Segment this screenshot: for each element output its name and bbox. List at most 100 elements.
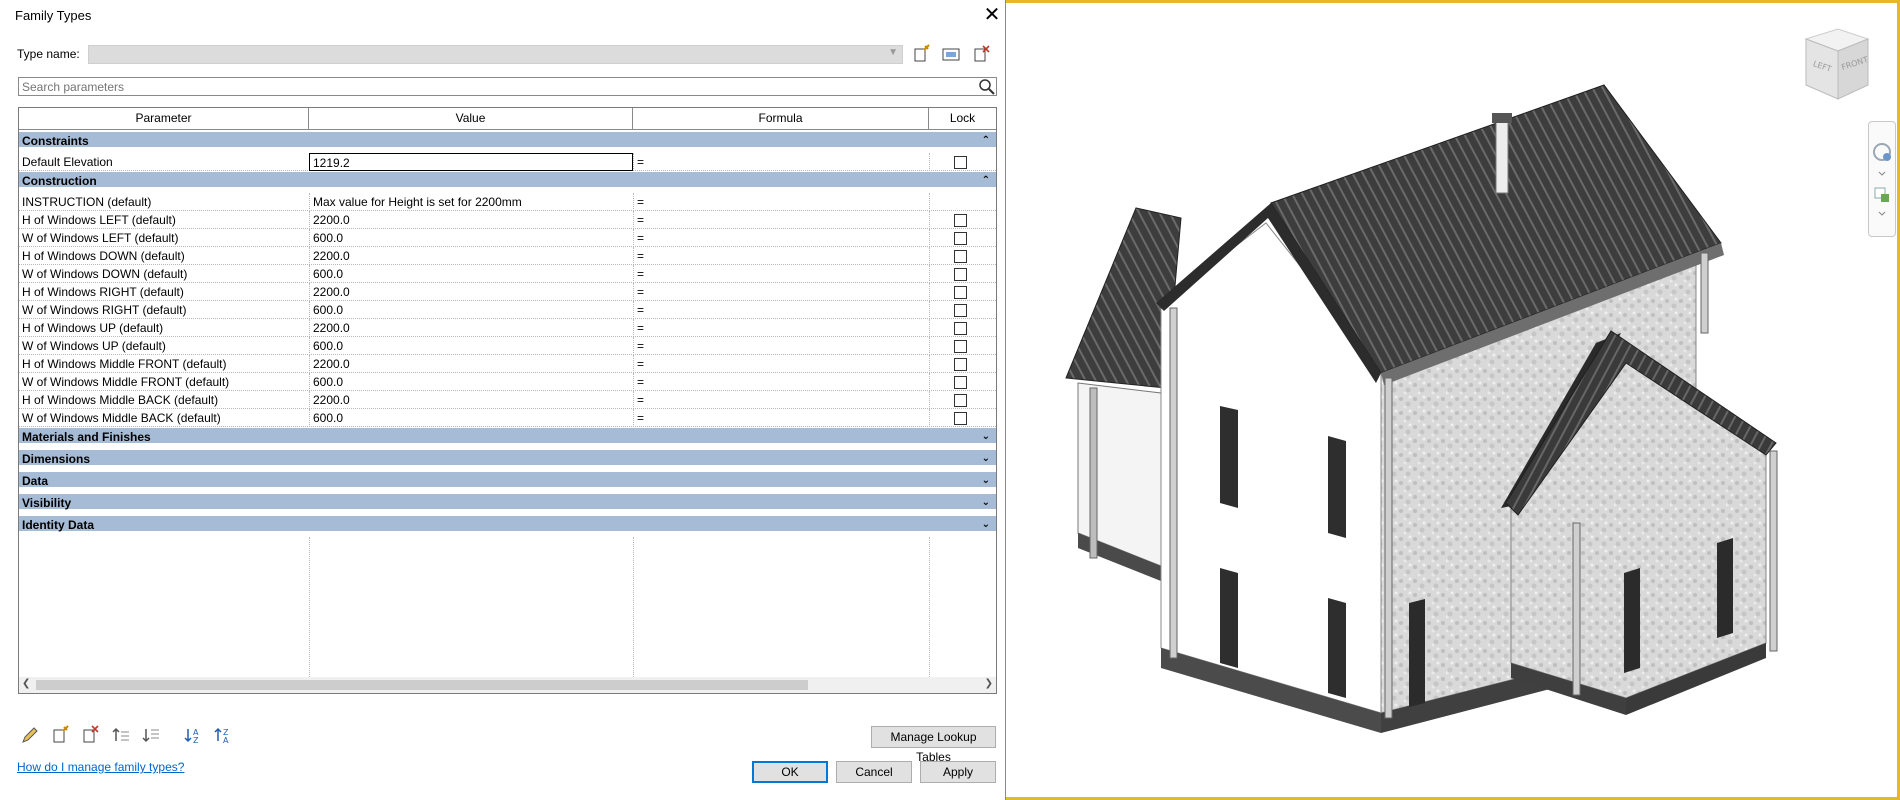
table-row: H of Windows Middle FRONT (default) 2200.… xyxy=(19,355,996,373)
lock-checkbox[interactable] xyxy=(954,394,967,407)
lock-checkbox[interactable] xyxy=(954,340,967,353)
lock-checkbox[interactable] xyxy=(954,268,967,281)
expand-chevron-icon[interactable]: ⌄ xyxy=(982,428,990,446)
lock-checkbox[interactable] xyxy=(954,286,967,299)
ok-button[interactable]: OK xyxy=(752,761,828,783)
steering-wheel-icon[interactable] xyxy=(1873,143,1891,161)
param-formula[interactable]: = xyxy=(633,247,929,265)
scrollbar-thumb[interactable] xyxy=(36,680,808,690)
lock-checkbox[interactable] xyxy=(954,156,967,169)
lock-checkbox[interactable] xyxy=(954,412,967,425)
3d-viewport[interactable]: LEFT FRONT xyxy=(1006,0,1900,800)
param-formula[interactable]: = xyxy=(633,301,929,319)
param-value-input[interactable]: 2200.0 xyxy=(309,391,633,409)
expand-chevron-icon[interactable]: ⌄ xyxy=(982,450,990,468)
lock-checkbox[interactable] xyxy=(954,322,967,335)
param-formula[interactable]: = xyxy=(633,283,929,301)
search-parameters-input[interactable] xyxy=(18,77,997,96)
chimney-cap xyxy=(1492,113,1512,123)
group-data[interactable]: Data ⌄ xyxy=(19,472,996,490)
sort-descending-icon[interactable]: ZA xyxy=(212,724,234,746)
param-value-input[interactable]: 2200.0 xyxy=(309,355,633,373)
group-construction[interactable]: Construction ⌃ xyxy=(19,172,996,190)
column-header-lock[interactable]: Lock xyxy=(929,108,996,130)
param-value-input[interactable]: Max value for Height is set for 2200mm xyxy=(309,193,633,211)
new-type-icon[interactable] xyxy=(910,44,932,64)
lock-checkbox[interactable] xyxy=(954,232,967,245)
rename-type-icon[interactable] xyxy=(940,44,962,64)
new-parameter-icon[interactable] xyxy=(49,724,71,746)
chevron-down-icon[interactable] xyxy=(1878,171,1886,176)
lock-checkbox[interactable] xyxy=(954,250,967,263)
viewcube[interactable]: LEFT FRONT xyxy=(1798,25,1878,105)
delete-parameter-icon[interactable] xyxy=(79,724,101,746)
window xyxy=(1328,598,1346,698)
param-formula[interactable]: = xyxy=(633,229,929,247)
group-label: Constraints xyxy=(22,134,89,148)
cancel-button[interactable]: Cancel xyxy=(836,761,912,783)
lock-checkbox[interactable] xyxy=(954,376,967,389)
param-formula[interactable]: = xyxy=(633,391,929,409)
param-value-input[interactable]: 600.0 xyxy=(309,373,633,391)
move-up-icon[interactable] xyxy=(110,724,132,746)
param-value-input[interactable]: 2200.0 xyxy=(309,319,633,337)
type-name-label: Type name: xyxy=(17,47,80,61)
apply-button[interactable]: Apply xyxy=(920,761,996,783)
lock-checkbox[interactable] xyxy=(954,358,967,371)
column-header-parameter[interactable]: Parameter xyxy=(19,108,309,130)
group-materials-and-finishes[interactable]: Materials and Finishes ⌄ xyxy=(19,428,996,446)
group-identity-data[interactable]: Identity Data ⌄ xyxy=(19,516,996,534)
edit-parameter-icon[interactable] xyxy=(19,724,41,746)
param-value-input[interactable]: 2200.0 xyxy=(309,247,633,265)
chevron-down-icon[interactable]: ▼ xyxy=(888,47,898,58)
type-name-combo[interactable]: ▼ xyxy=(88,45,903,64)
param-formula[interactable]: = xyxy=(633,265,929,283)
param-formula[interactable]: = xyxy=(633,337,929,355)
manage-lookup-tables-button[interactable]: Manage Lookup Tables xyxy=(871,726,996,764)
svg-text:Z: Z xyxy=(193,736,199,745)
param-formula[interactable]: = xyxy=(633,193,929,211)
zoom-icon[interactable] xyxy=(1874,187,1889,202)
param-value-input[interactable]: 600.0 xyxy=(309,265,633,283)
lock-cell xyxy=(929,153,996,171)
group-visibility[interactable]: Visibility ⌄ xyxy=(19,494,996,512)
param-value-input[interactable]: 1219.2 xyxy=(309,153,633,171)
column-header-formula[interactable]: Formula xyxy=(633,108,929,130)
group-constraints[interactable]: Constraints ⌃ xyxy=(19,132,996,150)
param-value-input[interactable]: 2200.0 xyxy=(309,283,633,301)
lock-cell xyxy=(929,265,996,283)
horizontal-scrollbar[interactable]: ❮ ❯ xyxy=(19,677,996,693)
param-formula[interactable]: = xyxy=(633,355,929,373)
param-formula[interactable]: = xyxy=(633,211,929,229)
scroll-left-icon[interactable]: ❮ xyxy=(22,678,30,689)
window xyxy=(1328,436,1346,538)
param-value-input[interactable]: 2200.0 xyxy=(309,211,633,229)
move-down-icon[interactable] xyxy=(140,724,162,746)
param-formula[interactable]: = xyxy=(633,153,929,171)
param-formula[interactable]: = xyxy=(633,319,929,337)
expand-chevron-icon[interactable]: ⌄ xyxy=(982,494,990,512)
lock-checkbox[interactable] xyxy=(954,214,967,227)
param-formula[interactable]: = xyxy=(633,373,929,391)
delete-type-icon[interactable] xyxy=(970,44,992,64)
dialog-title: Family Types xyxy=(15,8,92,23)
lock-checkbox[interactable] xyxy=(954,304,967,317)
collapse-chevron-icon[interactable]: ⌃ xyxy=(982,132,990,150)
expand-chevron-icon[interactable]: ⌄ xyxy=(982,472,990,490)
param-formula[interactable]: = xyxy=(633,409,929,427)
param-value-input[interactable]: 600.0 xyxy=(309,337,633,355)
param-value-input[interactable]: 600.0 xyxy=(309,229,633,247)
close-icon[interactable]: ✕ xyxy=(980,2,1004,28)
group-dimensions[interactable]: Dimensions ⌄ xyxy=(19,450,996,468)
search-icon[interactable] xyxy=(978,78,996,95)
column-header-value[interactable]: Value xyxy=(309,108,633,130)
sort-ascending-icon[interactable]: AZ xyxy=(182,724,204,746)
expand-chevron-icon[interactable]: ⌄ xyxy=(982,516,990,534)
collapse-chevron-icon[interactable]: ⌃ xyxy=(982,172,990,190)
param-name: W of Windows LEFT (default) xyxy=(22,231,179,245)
param-value-input[interactable]: 600.0 xyxy=(309,301,633,319)
scroll-right-icon[interactable]: ❯ xyxy=(985,678,993,689)
help-link[interactable]: How do I manage family types? xyxy=(17,760,184,774)
param-value-input[interactable]: 600.0 xyxy=(309,409,633,427)
chevron-down-icon[interactable] xyxy=(1878,211,1886,216)
